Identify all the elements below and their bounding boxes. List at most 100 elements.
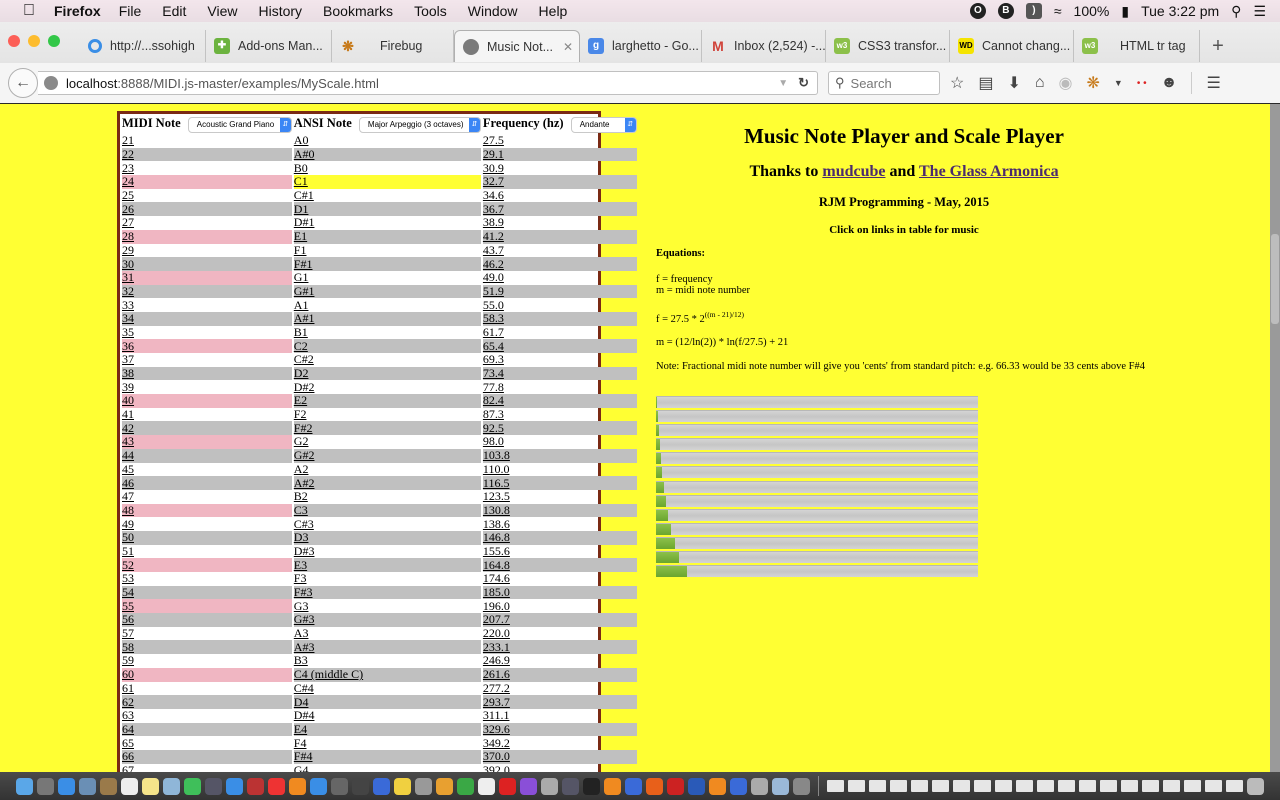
ansi-note-link[interactable]: G#3 [294,612,315,626]
midi-note-link[interactable]: 52 [122,558,134,572]
tab-firebug[interactable]: ❋ Firebug [332,30,454,62]
dock-document-icon[interactable] [1079,780,1096,792]
close-tab-icon[interactable]: ✕ [563,40,573,54]
menu-app-name[interactable]: Firefox [54,3,101,19]
midi-note-link[interactable]: 47 [122,489,134,503]
midi-note-link[interactable]: 27 [122,215,134,229]
status-app-icon[interactable]: O [969,3,986,19]
dock-app-icon[interactable] [310,777,327,795]
midi-note-link[interactable]: 28 [122,229,134,243]
tab-cannot-change[interactable]: WD Cannot chang... [950,30,1074,62]
dock-app-icon[interactable] [772,777,789,795]
ansi-note-link[interactable]: G1 [294,270,309,284]
midi-note-link[interactable]: 61 [122,681,134,695]
ansi-note-link[interactable]: A3 [294,626,309,640]
dock-document-icon[interactable] [974,780,991,792]
chat-icon[interactable]: ☻ [1161,74,1178,92]
home-icon[interactable]: ⌂ [1035,74,1045,92]
dock-document-icon[interactable] [1100,780,1117,792]
notification-center-icon[interactable]: ☰ [1253,3,1266,20]
dock-document-icon[interactable] [890,780,907,792]
frequency-link[interactable]: 51.9 [483,284,504,298]
midi-note-link[interactable]: 44 [122,448,134,462]
search-input[interactable]: ⚲ Search [828,71,940,95]
instrument-select[interactable]: Acoustic Grand Piano ⇵ [187,116,292,133]
dock-app-icon[interactable] [79,777,96,795]
scrollbar-thumb[interactable] [1271,234,1279,324]
ansi-note-link[interactable]: D#1 [294,215,315,229]
midi-note-link[interactable]: 56 [122,612,134,626]
frequency-link[interactable]: 82.4 [483,393,504,407]
scale-select[interactable]: Major Arpeggio (3 octaves) ⇵ [358,116,481,133]
ansi-note-link[interactable]: F#1 [294,257,313,271]
dock-app-icon[interactable] [247,777,264,795]
midi-note-link[interactable]: 36 [122,339,134,353]
ansi-note-link[interactable]: A#3 [294,640,315,654]
dock-document-icon[interactable] [1121,780,1138,792]
zoom-window-button[interactable] [48,35,60,47]
dock-document-icon[interactable] [1037,780,1054,792]
frequency-link[interactable]: 293.7 [483,695,510,709]
frequency-link[interactable]: 38.9 [483,215,504,229]
frequency-link[interactable]: 155.6 [483,544,510,558]
firebug-icon[interactable]: ❋ [1087,73,1100,93]
dock-app-icon[interactable] [667,777,684,795]
ansi-note-link[interactable]: C1 [294,174,308,188]
dock-document-icon[interactable] [1142,780,1159,792]
frequency-link[interactable]: 174.6 [483,571,510,585]
frequency-link[interactable]: 196.0 [483,599,510,613]
frequency-link[interactable]: 65.4 [483,339,504,353]
minimize-window-button[interactable] [28,35,40,47]
dock-document-icon[interactable] [1205,780,1222,792]
midi-note-link[interactable]: 33 [122,298,134,312]
frequency-link[interactable]: 246.9 [483,653,510,667]
reload-icon[interactable]: ↻ [798,75,809,91]
ansi-note-link[interactable]: B2 [294,489,308,503]
dock-app-icon[interactable] [352,777,369,795]
dock-document-icon[interactable] [827,780,844,792]
ansi-note-link[interactable]: F#2 [294,421,313,435]
ansi-note-link[interactable]: A#0 [294,147,315,161]
midi-note-link[interactable]: 66 [122,749,134,763]
menu-hamburger-icon[interactable]: ☰ [1206,73,1220,93]
dock-app-icon[interactable] [730,777,747,795]
midi-note-link[interactable]: 30 [122,257,134,271]
midi-note-link[interactable]: 29 [122,243,134,257]
menu-file[interactable]: File [119,3,142,19]
frequency-link[interactable]: 46.2 [483,257,504,271]
ansi-note-link[interactable]: F2 [294,407,307,421]
frequency-link[interactable]: 220.0 [483,626,510,640]
new-tab-button[interactable]: + [1200,30,1236,62]
site-info-icon[interactable] [44,76,58,90]
midi-note-link[interactable]: 42 [122,421,134,435]
dock-document-icon[interactable] [995,780,1012,792]
dock-app-icon[interactable] [394,777,411,795]
midi-note-link[interactable]: 54 [122,585,134,599]
ansi-note-link[interactable]: G#2 [294,448,315,462]
status-b-icon[interactable]: B [997,3,1014,19]
downloads-icon[interactable]: ⬇ [1007,73,1020,93]
tab-music-note[interactable]: Music Not... ✕ [454,30,580,62]
ansi-note-link[interactable]: D1 [294,202,309,216]
url-history-dropdown-icon[interactable]: ▼ [778,78,788,89]
glass-armonica-link[interactable]: The Glass Armonica [919,163,1059,180]
frequency-link[interactable]: 261.6 [483,667,510,681]
tempo-select[interactable]: Andante ⇵ [570,116,637,133]
bookmark-star-icon[interactable]: ☆ [950,73,964,93]
ansi-note-link[interactable]: F3 [294,571,307,585]
frequency-link[interactable]: 77.8 [483,380,504,394]
frequency-link[interactable]: 32.7 [483,174,504,188]
dock-document-icon[interactable] [1163,780,1180,792]
dock-app-icon[interactable] [205,777,222,795]
ansi-note-link[interactable]: A#1 [294,311,315,325]
wifi-icon[interactable]: ≈ [1054,3,1062,19]
dock-app-icon[interactable] [520,777,537,795]
tab-larghetto[interactable]: g larghetto - Go... [580,30,702,62]
frequency-link[interactable]: 103.8 [483,448,510,462]
tab-css3[interactable]: w3 CSS3 transfor... [826,30,950,62]
midi-note-link[interactable]: 39 [122,380,134,394]
ansi-note-link[interactable]: A#2 [294,476,315,490]
tab-inbox[interactable]: M Inbox (2,524) -... [702,30,826,62]
frequency-link[interactable]: 370.0 [483,749,510,763]
midi-note-link[interactable]: 50 [122,530,134,544]
